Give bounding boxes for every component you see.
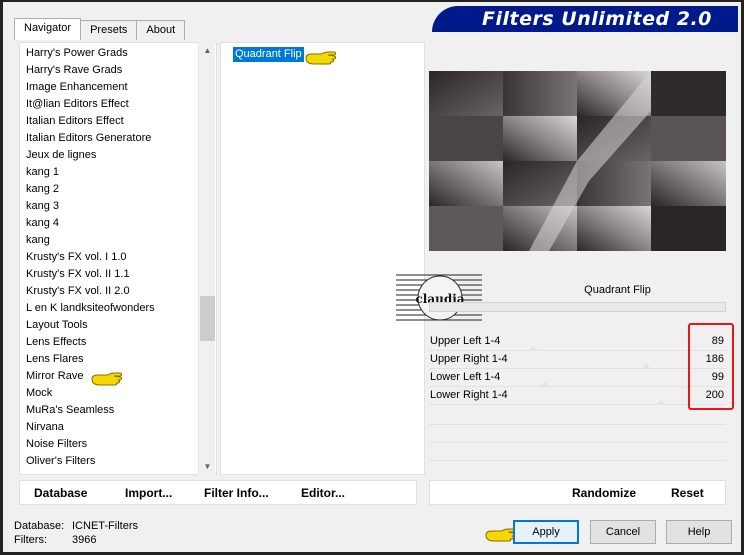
filter-item-quadrant-flip[interactable]: Quadrant Flip xyxy=(233,47,304,62)
parameter-slider-thumb[interactable] xyxy=(655,400,666,405)
category-list-item[interactable]: kang 4 xyxy=(26,217,59,229)
category-list-item[interactable]: Nirvana xyxy=(26,421,64,433)
category-list-item[interactable]: It@lian Editors Effect xyxy=(26,98,129,110)
category-list-item[interactable]: Noise Filters xyxy=(26,438,87,450)
category-list-item[interactable]: kang 1 xyxy=(26,166,59,178)
database-toolbar: Database Import... Filter Info... Editor… xyxy=(19,480,417,505)
parameter-row[interactable]: Lower Left 1-4 99 xyxy=(429,369,726,387)
filter-list[interactable]: Quadrant Flip xyxy=(220,42,425,475)
category-list-item[interactable]: Italian Editors Effect xyxy=(26,115,124,127)
tab-presets[interactable]: Presets xyxy=(80,20,138,40)
current-filter-name: Quadrant Flip xyxy=(584,284,651,296)
filters-count: 3966 xyxy=(72,534,97,546)
category-list-item[interactable]: Krusty's FX vol. I 1.0 xyxy=(26,251,127,263)
filter-info-button[interactable]: Filter Info... xyxy=(204,486,269,500)
scroll-down-arrow-icon[interactable]: ▼ xyxy=(199,458,216,475)
database-value: ICNET-Filters xyxy=(72,520,138,532)
category-list[interactable]: Harry's Power Grads Harry's Rave Grads Ima… xyxy=(19,42,217,475)
tab-navigator[interactable]: Navigator xyxy=(14,18,82,40)
reset-button[interactable]: Reset xyxy=(671,486,704,500)
preview-image xyxy=(429,71,726,251)
randomize-button[interactable]: Randomize xyxy=(572,486,636,500)
category-list-item[interactable]: Harry's Rave Grads xyxy=(26,64,122,76)
category-list-item[interactable]: kang 3 xyxy=(26,200,59,212)
category-list-item[interactable]: Krusty's FX vol. II 1.1 xyxy=(26,268,130,280)
category-list-item[interactable]: kang 2 xyxy=(26,183,59,195)
category-list-item[interactable]: L en K landksiteofwonders xyxy=(26,302,155,314)
tab-about[interactable]: About xyxy=(136,20,186,40)
cancel-button[interactable]: Cancel xyxy=(590,520,656,544)
parameter-row[interactable]: Upper Right 1-4 186 xyxy=(429,351,726,369)
value-highlight-box xyxy=(688,323,734,410)
parameter-label: Lower Left 1-4 xyxy=(430,371,501,383)
category-list-item[interactable]: Oliver's Filters xyxy=(26,455,95,467)
import-button[interactable]: Import... xyxy=(125,486,172,500)
app-title: Filters Unlimited 2.0 xyxy=(482,8,712,30)
empty-slider-row xyxy=(429,460,726,461)
parameter-row[interactable]: Lower Right 1-4 200 xyxy=(429,387,726,405)
scroll-thumb[interactable] xyxy=(200,296,215,341)
parameter-label: Upper Right 1-4 xyxy=(430,353,508,365)
category-list-item[interactable]: Image Enhancement xyxy=(26,81,128,93)
parameter-label: Upper Left 1-4 xyxy=(430,335,501,347)
database-button[interactable]: Database xyxy=(34,486,87,500)
category-list-item[interactable]: Mock xyxy=(26,387,52,399)
filters-label: Filters: xyxy=(14,534,47,546)
editor-button[interactable]: Editor... xyxy=(301,486,345,500)
category-list-item[interactable]: Krusty's FX vol. II 2.0 xyxy=(26,285,130,297)
parameter-label: Lower Right 1-4 xyxy=(430,389,508,401)
scroll-up-arrow-icon[interactable]: ▲ xyxy=(199,42,216,59)
parameter-slider-track[interactable] xyxy=(429,404,726,405)
empty-slider-row xyxy=(429,442,726,443)
help-button[interactable]: Help xyxy=(666,520,732,544)
category-scrollbar[interactable]: ▲ ▼ xyxy=(198,42,215,475)
tab-bar: Navigator Presets About xyxy=(14,18,186,40)
category-list-item[interactable]: Italian Editors Generatore xyxy=(26,132,151,144)
category-list-item[interactable]: kang xyxy=(26,234,50,246)
filter-separator xyxy=(429,302,726,312)
database-label: Database: xyxy=(14,520,65,532)
category-list-item[interactable]: Harry's Power Grads xyxy=(26,47,128,59)
parameter-row[interactable]: Upper Left 1-4 89 xyxy=(429,333,726,351)
category-list-item[interactable]: Lens Flares xyxy=(26,353,83,365)
category-list-item[interactable]: Mirror Rave xyxy=(26,370,83,382)
parameter-toolbar: Randomize Reset xyxy=(429,480,726,505)
filter-preview xyxy=(429,71,726,251)
category-list-item[interactable]: Lens Effects xyxy=(26,336,86,348)
apply-button[interactable]: Apply xyxy=(513,520,579,544)
category-list-item[interactable]: MuRa's Seamless xyxy=(26,404,114,416)
category-list-item[interactable]: Layout Tools xyxy=(26,319,88,331)
empty-slider-row xyxy=(429,424,726,425)
category-list-item[interactable]: Jeux de lignes xyxy=(26,149,96,161)
pointing-hand-icon xyxy=(91,372,122,386)
pointing-hand-icon xyxy=(305,51,336,65)
